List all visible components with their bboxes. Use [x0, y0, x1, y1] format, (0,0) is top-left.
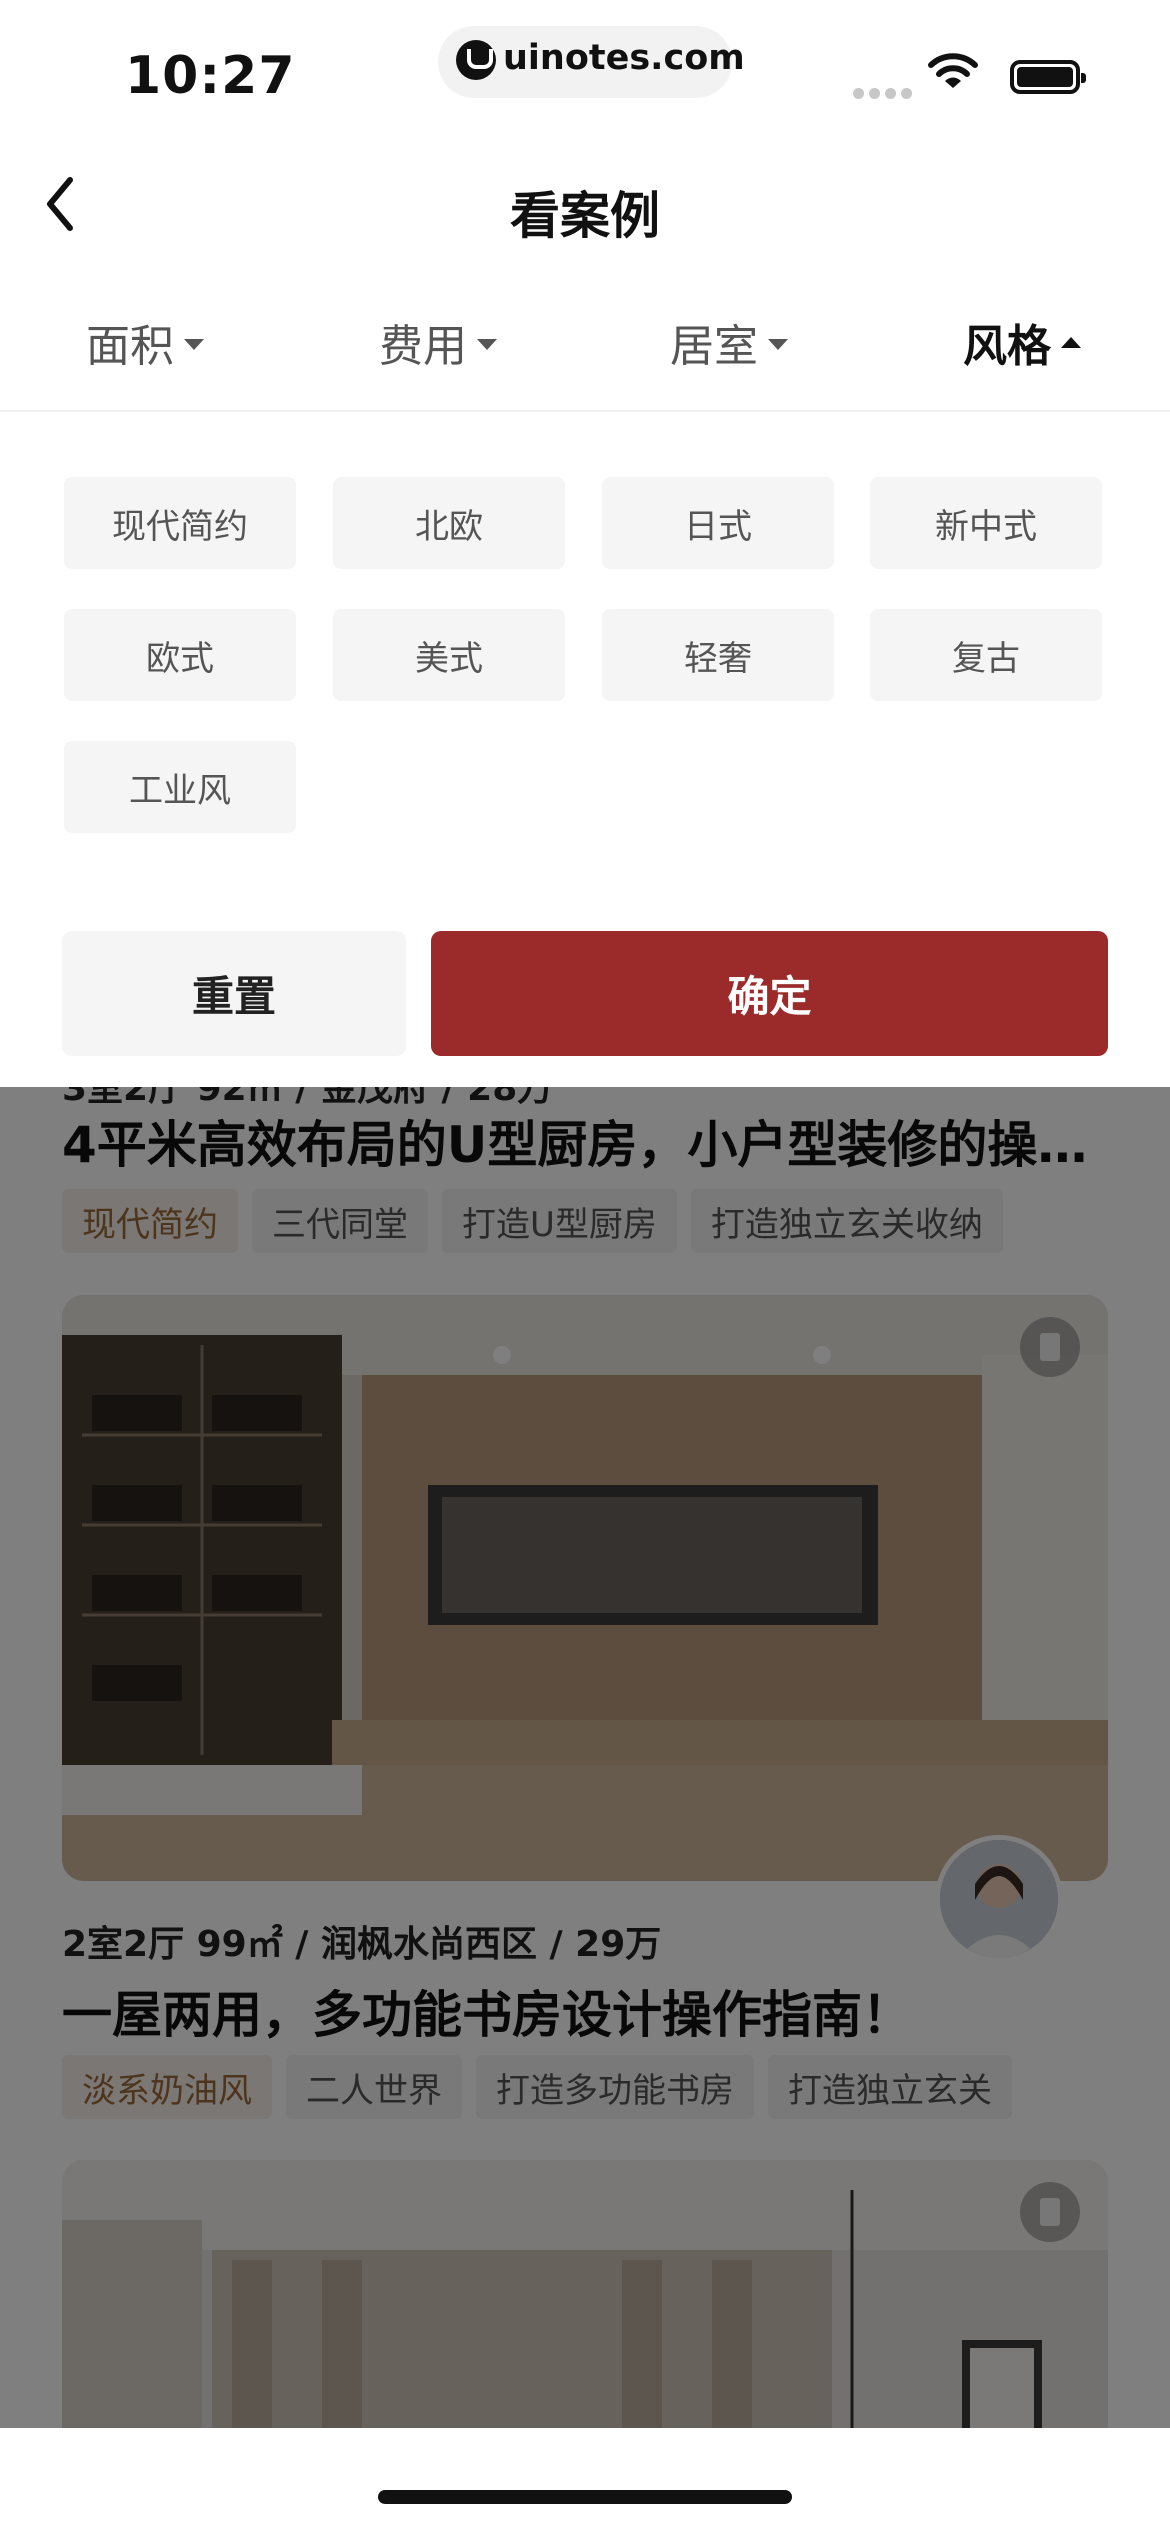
caret-up-icon: [1061, 336, 1081, 348]
status-time: 10:27: [125, 46, 296, 106]
wifi-icon: [928, 52, 978, 94]
style-option[interactable]: 轻奢: [602, 609, 834, 701]
home-indicator-area: [0, 2428, 1170, 2532]
page-title: 看案例: [510, 187, 660, 245]
filter-tab-rooms[interactable]: 居室: [670, 310, 788, 374]
style-option[interactable]: 欧式: [64, 609, 296, 701]
filter-tab-label: 居室: [670, 321, 758, 372]
style-option[interactable]: 工业风: [64, 741, 296, 833]
filter-tab-label: 风格: [963, 321, 1051, 372]
cellular-signal-icon: [853, 84, 917, 103]
style-option[interactable]: 日式: [602, 477, 834, 569]
modal-overlay[interactable]: [0, 1087, 1170, 2532]
filter-tab-label: 费用: [379, 321, 467, 372]
caret-down-icon: [768, 338, 788, 350]
battery-icon: [1010, 60, 1086, 94]
filter-tab-area[interactable]: 面积: [86, 310, 204, 374]
filter-tab-label: 面积: [86, 321, 174, 372]
filter-tab-cost[interactable]: 费用: [379, 310, 497, 374]
site-logo-icon: [456, 40, 496, 80]
home-indicator[interactable]: [378, 2490, 792, 2504]
style-option[interactable]: 北欧: [333, 477, 565, 569]
filter-tab-style[interactable]: 风格: [963, 310, 1081, 374]
style-option[interactable]: 现代简约: [64, 477, 296, 569]
style-option[interactable]: 新中式: [870, 477, 1102, 569]
url-text: uinotes.com: [503, 38, 745, 78]
caret-down-icon: [184, 338, 204, 350]
divider: [0, 410, 1170, 412]
reset-button[interactable]: 重置: [62, 931, 406, 1056]
style-option[interactable]: 复古: [870, 609, 1102, 701]
style-option[interactable]: 美式: [333, 609, 565, 701]
confirm-button[interactable]: 确定: [431, 931, 1108, 1056]
caret-down-icon: [477, 338, 497, 350]
